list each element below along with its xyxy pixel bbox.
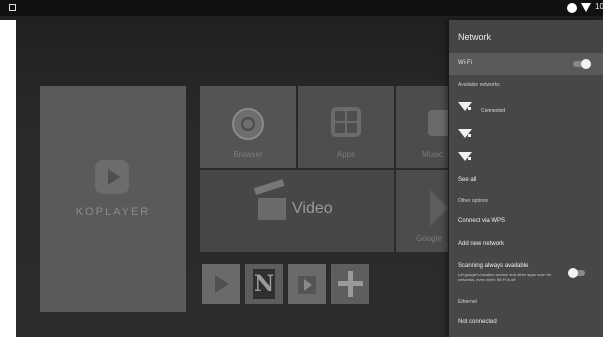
koplayer-logo-icon	[95, 160, 129, 194]
bottom-border	[0, 337, 603, 342]
google-play-tile[interactable]: Google	[396, 170, 448, 252]
koplayer-tile[interactable]: KOPLAYER	[40, 86, 186, 312]
wifi-toggle-row[interactable]: Wi-Fi	[449, 53, 603, 75]
wifi-label: Wi-Fi	[458, 60, 472, 66]
network-status: Connected	[481, 108, 506, 114]
scanning-switch[interactable]	[568, 268, 585, 278]
status-bar: 10	[0, 0, 603, 16]
wifi-signal-icon	[458, 129, 472, 138]
netflix-logo: N	[253, 269, 275, 299]
status-circle-icon	[567, 3, 577, 13]
launcher-screen: 10 KOPLAYER Browser Apps Music Video Goo…	[0, 0, 603, 342]
network-panel-header: Network	[449, 20, 603, 53]
wifi-switch[interactable]	[573, 59, 591, 69]
wifi-signal-icon	[458, 102, 472, 111]
clock: 10	[595, 2, 603, 11]
network-item[interactable]	[458, 152, 598, 166]
notification-icon	[9, 4, 16, 11]
available-networks-label: Available networks	[458, 82, 500, 88]
add-app-button[interactable]	[331, 264, 369, 304]
play-store-mini-tile[interactable]	[288, 264, 326, 304]
music-note-icon	[428, 110, 448, 136]
connect-via-wps-button[interactable]: Connect via WPS	[458, 218, 505, 224]
see-all-link[interactable]: See all	[458, 177, 476, 183]
other-options-label: Other options	[458, 198, 489, 204]
apps-label: Apps	[336, 150, 356, 159]
browser-label: Browser	[233, 150, 263, 159]
video-tile[interactable]: Video	[200, 170, 394, 252]
ethernet-status[interactable]: Not connected	[458, 319, 497, 325]
wifi-status-icon	[581, 3, 591, 12]
scanning-title[interactable]: Scanning always available	[458, 263, 528, 269]
network-panel: Network Wi-Fi Available networks Connect…	[449, 20, 603, 337]
network-item[interactable]	[458, 129, 598, 143]
clapperboard-icon	[258, 198, 286, 220]
music-tile[interactable]: Music	[396, 86, 448, 168]
koplayer-mini-tile[interactable]	[202, 264, 240, 304]
koplayer-name: KOPLAYER	[75, 206, 151, 218]
add-new-network-button[interactable]: Add new network	[458, 241, 504, 247]
panel-title: Network	[458, 32, 492, 42]
apps-tile[interactable]: Apps	[298, 86, 394, 168]
wifi-signal-icon	[458, 152, 472, 161]
wifi-switch-knob	[581, 59, 591, 69]
google-play-icon	[430, 190, 448, 226]
network-item[interactable]: Connected	[458, 102, 598, 116]
scanning-switch-knob	[568, 268, 578, 278]
left-border	[0, 20, 16, 342]
browser-globe-icon	[232, 108, 264, 140]
netflix-mini-tile[interactable]: N	[245, 264, 283, 304]
google-label: Google	[416, 234, 442, 243]
music-label: Music	[422, 150, 443, 159]
apps-grid-icon	[331, 107, 361, 137]
ethernet-label: Ethernet	[458, 299, 477, 305]
browser-tile[interactable]: Browser	[200, 86, 296, 168]
scanning-description: Let google's location service and other …	[458, 272, 552, 282]
video-label: Video	[292, 200, 333, 217]
